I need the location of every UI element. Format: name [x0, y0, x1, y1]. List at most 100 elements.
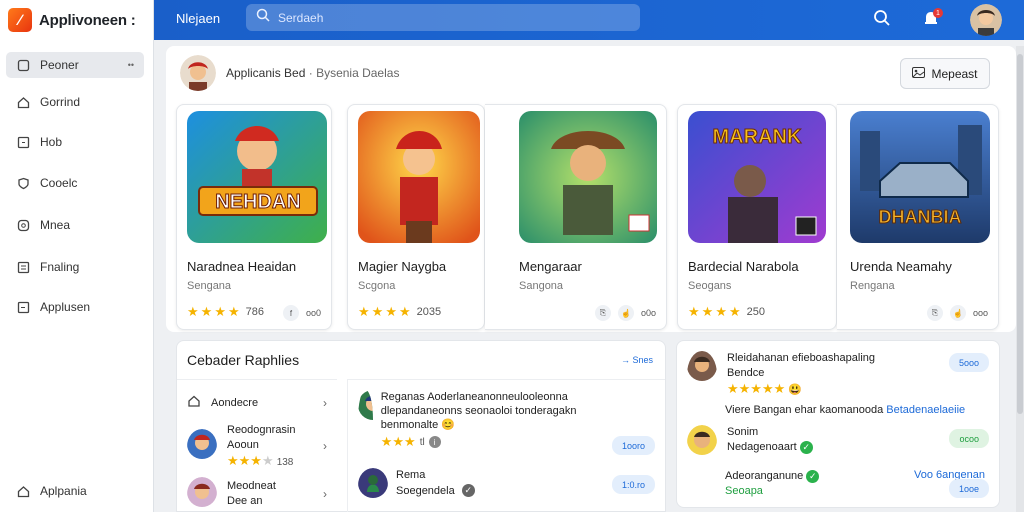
game-art-title: NEHDAN: [215, 191, 301, 213]
star-icon: ★: [200, 304, 213, 319]
search-icon: [873, 9, 891, 32]
sidebar-item-cooelc[interactable]: Cooelc: [6, 170, 144, 196]
game-name: Bardecial Narabola: [688, 259, 799, 274]
game-category: Scgona: [358, 280, 396, 292]
game-art: DHANBIA: [850, 111, 990, 243]
game-card[interactable]: Mengaraar Sangona ⎘ ☝ o0o: [485, 104, 667, 330]
review-item[interactable]: Sonim Nedagenoaart ✓: [687, 425, 907, 460]
avatar: [358, 468, 388, 503]
image-icon: [912, 66, 926, 81]
chat-categories: Aondecre › Reodognrasin Aooun ★★★★ 138 ›…: [177, 379, 337, 512]
shield-icon: [16, 176, 30, 190]
scrollbar-thumb[interactable]: [1017, 54, 1023, 414]
game-name: Naradnea Heaidan: [187, 259, 297, 274]
review-line: Adeoranganune ✓ Seoapa: [725, 469, 820, 499]
message-item[interactable]: Rema Soegendela ✓: [358, 468, 608, 503]
game-card[interactable]: NEHDAN Naradnea Heaidan Sengana ★ ★ ★ ★ 786…: [176, 104, 332, 330]
sidebar-item-fnaling[interactable]: Fnaling: [6, 254, 144, 280]
star-icon: ★★★: [380, 434, 416, 449]
window-icon: [16, 300, 30, 314]
star-icon: ★: [728, 304, 741, 319]
check-icon: ✓: [461, 484, 475, 497]
square-icon: [16, 58, 30, 72]
search-box[interactable]: [246, 4, 640, 31]
search-button[interactable]: [868, 6, 896, 34]
message-action-pill[interactable]: 1ooro: [611, 436, 655, 455]
star-icon: ★★★: [227, 452, 262, 468]
action-label[interactable]: o0o: [641, 308, 656, 318]
messages-pane: Reganas Aoderlaneanonneulooleonna dlepan…: [347, 379, 665, 512]
touch-icon[interactable]: ☝: [949, 305, 966, 321]
game-art-title: MARANK: [713, 126, 802, 148]
copy-icon[interactable]: ⎘: [594, 305, 611, 321]
star-icon: ★: [214, 304, 226, 319]
action-label[interactable]: oo0: [306, 308, 321, 318]
rating-value: 786: [245, 306, 264, 318]
search-input[interactable]: [278, 10, 618, 25]
game-actions: f oo0: [282, 305, 321, 321]
message-item[interactable]: Reganas Aoderlaneanonneulooleonna dlepan…: [358, 390, 608, 450]
avatar: [187, 476, 217, 512]
see-all-link[interactable]: → Snes: [621, 355, 653, 365]
user-avatar[interactable]: [970, 4, 1002, 36]
star-icon: ★: [701, 304, 714, 319]
manage-button[interactable]: Mepeast: [900, 58, 990, 89]
rating-value: 250: [746, 306, 765, 318]
touch-icon[interactable]: ☝: [617, 305, 634, 321]
chevron-right-icon: ›: [323, 396, 327, 410]
check-icon: ✓: [799, 440, 813, 454]
game-card[interactable]: MARANK Bardecial Narabola Seogans ★ ★ ★ ★ 2…: [677, 104, 837, 330]
reviews-panel: Rleidahanan efieboashapaling Bendce ★★★★…: [676, 340, 1000, 508]
game-rating: ★ ★ ★ ★ 2035: [358, 304, 441, 320]
section-subtitle: · Bysenia Daelas: [308, 66, 400, 80]
sidebar-item-label: Applusen: [40, 300, 91, 314]
review-pill[interactable]: ocoo: [949, 429, 989, 448]
brand[interactable]: ∕ Applivoneen :: [8, 6, 136, 34]
scrollbar[interactable]: [1016, 46, 1024, 512]
list-icon: [16, 260, 30, 274]
notifications-button[interactable]: 1: [917, 6, 945, 34]
sidebar-item-peoner[interactable]: Peoner ••: [6, 52, 144, 78]
list-item-label: Aondecre: [211, 396, 259, 409]
avatar: [687, 351, 717, 398]
list-item[interactable]: Reodognrasin Aooun ★★★★ 138 ›: [177, 424, 337, 468]
sidebar-item-gorrind[interactable]: Gorrind: [6, 89, 144, 115]
game-card[interactable]: Magier Naygba Scgona ★ ★ ★ ★ 2035: [347, 104, 485, 330]
sidebar-item-applusen[interactable]: Applusen: [6, 294, 144, 320]
game-art: NEHDAN: [187, 111, 327, 243]
review-pill[interactable]: 5ooo: [948, 353, 989, 372]
copy-icon[interactable]: ⎘: [926, 305, 943, 321]
list-item-text: Reodognrasin Aooun ★★★★ 138: [227, 423, 296, 468]
game-actions: ⎘ ☝ ooo: [926, 305, 988, 321]
message-action-pill[interactable]: 1:0.ro: [611, 475, 655, 494]
notification-badge: 1: [933, 8, 943, 18]
page-title: Nlejaen: [176, 11, 221, 26]
box-icon: [16, 135, 30, 149]
section-avatar: [180, 55, 216, 91]
list-item[interactable]: Aondecre ›: [177, 386, 337, 420]
star-icon: ★★★★★: [727, 381, 786, 396]
message-text: Reganas Aoderlaneanonneulooleonna dlepan…: [380, 391, 577, 431]
list-item[interactable]: Meodneat Dee an ›: [177, 476, 337, 512]
list-item-label: Meodneat: [227, 480, 276, 492]
star-icon: ★: [688, 304, 700, 319]
facebook-share-icon[interactable]: f: [282, 305, 299, 321]
review-pill[interactable]: 1ooe: [948, 479, 989, 498]
check-icon: ✓: [806, 469, 820, 483]
game-card[interactable]: DHANBIA Urenda Neamahy Rengana ⎘ ☝ ooo: [837, 104, 999, 330]
game-name: Magier Naygba: [358, 259, 447, 274]
review-link[interactable]: Betadenaelaeiie: [886, 404, 965, 416]
sidebar-item-aplpania[interactable]: Aplpania: [6, 478, 144, 504]
home-icon: [16, 484, 30, 498]
top-bar: Nlejaen 1: [154, 0, 1024, 40]
rating-value: 2035: [416, 306, 442, 318]
action-label[interactable]: ooo: [973, 308, 988, 318]
panel-title: Cebader Raphlies: [187, 352, 300, 368]
game-category: Sengana: [187, 280, 232, 292]
game-rating: ★ ★ ★ ★ 250: [688, 304, 765, 320]
sidebar-item-hob[interactable]: Hob: [6, 129, 144, 155]
search-icon: [256, 8, 270, 27]
review-item[interactable]: Rleidahanan efieboashapaling Bendce ★★★★…: [687, 351, 917, 398]
message-meta: ★★★ tl i: [381, 434, 608, 450]
sidebar-item-mnea[interactable]: Mnea: [6, 212, 144, 238]
